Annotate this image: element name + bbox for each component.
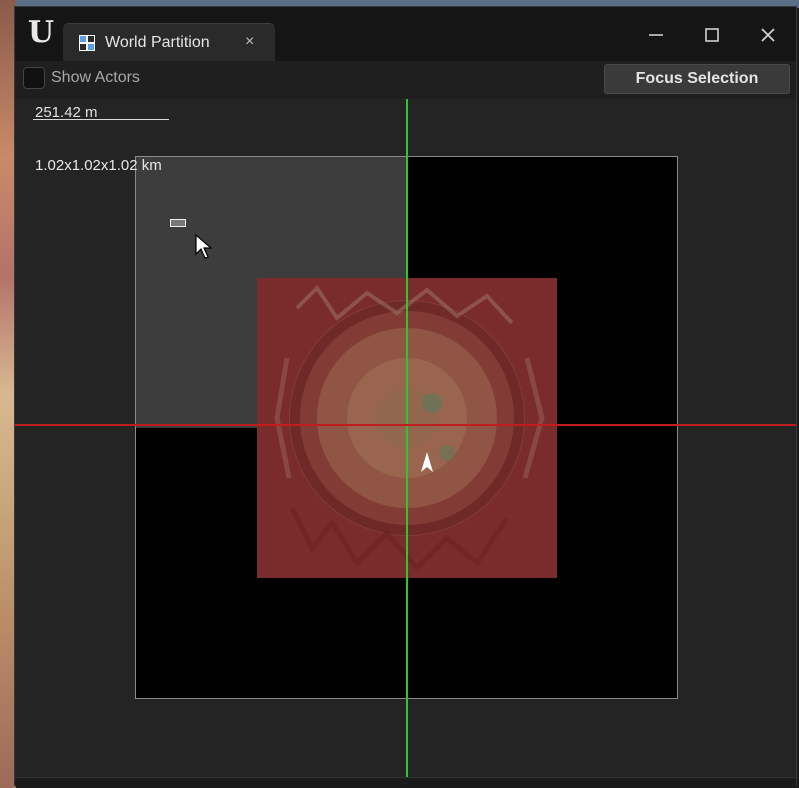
player-camera-icon: [421, 452, 433, 472]
unreal-engine-logo-icon: U: [27, 15, 55, 50]
show-actors-label[interactable]: Show Actors: [51, 69, 140, 87]
close-icon[interactable]: [754, 21, 782, 49]
scale-bar: [33, 119, 169, 120]
tab-title: World Partition: [105, 34, 210, 51]
tab-close-icon[interactable]: ×: [245, 33, 254, 51]
mouse-cursor-icon: [195, 234, 213, 259]
focus-selection-button[interactable]: Focus Selection: [604, 64, 790, 94]
world-size-label: 1.02x1.02x1.02 km: [35, 157, 162, 174]
x-axis-line: [15, 424, 796, 426]
toolbar: Show Actors Focus Selection: [15, 61, 796, 99]
show-actors-checkbox[interactable]: [23, 67, 45, 89]
y-axis-line: [406, 99, 408, 777]
selected-actor-marker[interactable]: [170, 219, 186, 227]
maximize-icon[interactable]: [698, 21, 726, 49]
status-strip: [15, 777, 796, 786]
world-partition-map-viewport[interactable]: 251.42 m 1.02x1.02x1.02 km: [15, 99, 796, 777]
world-partition-window: U World Partition × Show Actors Focus Se…: [14, 6, 797, 786]
minimize-icon[interactable]: [642, 21, 670, 49]
title-bar[interactable]: U World Partition ×: [15, 7, 796, 61]
grid-icon: [79, 35, 95, 51]
tab-world-partition[interactable]: World Partition ×: [63, 23, 275, 61]
